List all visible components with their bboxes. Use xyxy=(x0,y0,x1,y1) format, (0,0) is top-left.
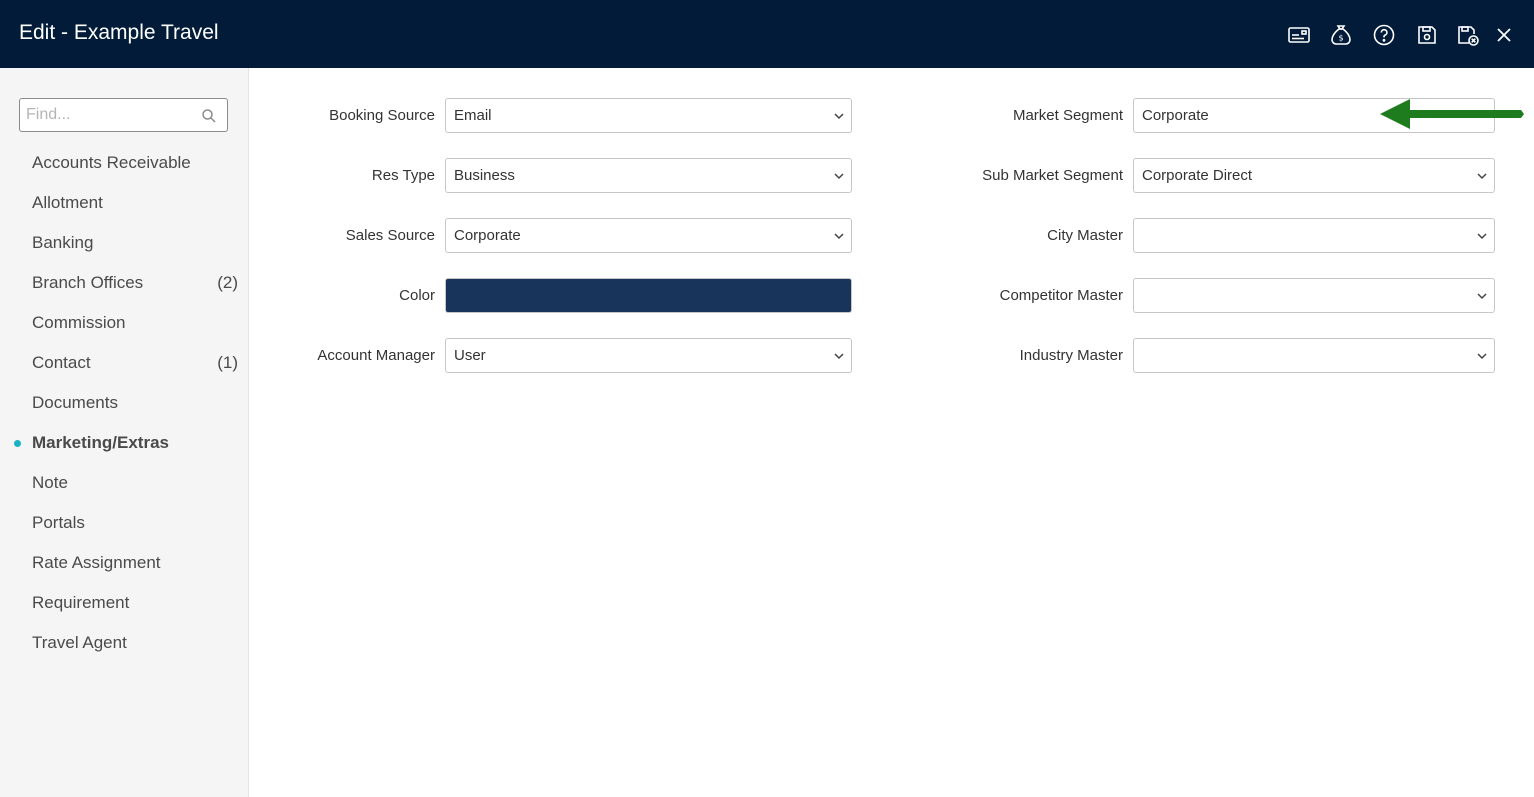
chevron-down-icon xyxy=(1477,293,1487,300)
sidebar-item-banking[interactable]: Banking xyxy=(0,223,248,263)
close-icon[interactable] xyxy=(1491,22,1517,48)
sidebar-item-allotment[interactable]: Allotment xyxy=(0,183,248,223)
sub-market-segment-select[interactable]: Corporate Direct xyxy=(1133,158,1495,193)
sales-source-label: Sales Source xyxy=(345,227,435,244)
sidebar-item-travel-agent[interactable]: Travel Agent xyxy=(0,623,248,663)
svg-text:$: $ xyxy=(1338,34,1343,43)
res-type-label: Res Type xyxy=(371,167,435,184)
sales-source-select[interactable]: Corporate xyxy=(445,218,852,253)
chevron-down-icon xyxy=(1477,173,1487,180)
sidebar-item-label: Marketing/Extras xyxy=(32,433,169,452)
city-master-select[interactable] xyxy=(1133,218,1495,253)
sidebar-item-count: (2) xyxy=(217,273,238,292)
account-manager-value: User xyxy=(454,347,486,364)
sidebar-item-label: Travel Agent xyxy=(32,633,127,652)
industry-master-label: Industry Master xyxy=(1019,347,1123,364)
color-label: Color xyxy=(399,287,435,304)
sub-market-segment-value: Corporate Direct xyxy=(1142,167,1253,184)
account-manager-select[interactable]: User xyxy=(445,338,852,373)
sidebar-item-branch-offices[interactable]: Branch Offices (2) xyxy=(0,263,248,303)
chevron-down-icon xyxy=(1477,233,1487,240)
sidebar-item-rate-assignment[interactable]: Rate Assignment xyxy=(0,543,248,583)
res-type-value: Business xyxy=(454,167,515,184)
booking-source-value: Email xyxy=(454,107,492,124)
sidebar-item-label: Contact xyxy=(32,353,91,372)
sidebar-item-label: Allotment xyxy=(32,193,103,212)
chevron-down-icon xyxy=(834,233,844,240)
save-close-icon[interactable] xyxy=(1455,22,1481,48)
sidebar-item-marketing-extras[interactable]: Marketing/Extras xyxy=(0,423,248,463)
industry-master-select[interactable] xyxy=(1133,338,1495,373)
competitor-master-select[interactable] xyxy=(1133,278,1495,313)
active-indicator-dot xyxy=(14,440,21,447)
sidebar-item-label: Commission xyxy=(32,313,126,332)
sales-source-value: Corporate xyxy=(454,227,521,244)
sidebar-item-note[interactable]: Note xyxy=(0,463,248,503)
booking-source-select[interactable]: Email xyxy=(445,98,852,133)
color-picker[interactable] xyxy=(445,278,852,313)
chevron-down-icon xyxy=(834,113,844,120)
sidebar-item-label: Rate Assignment xyxy=(32,553,161,572)
sidebar-item-label: Banking xyxy=(32,233,94,252)
competitor-master-label: Competitor Master xyxy=(999,287,1123,304)
market-segment-value: Corporate xyxy=(1142,107,1209,124)
sidebar-item-contact[interactable]: Contact (1) xyxy=(0,343,248,383)
sidebar-item-portals[interactable]: Portals xyxy=(0,503,248,543)
help-icon[interactable] xyxy=(1371,22,1397,48)
save-icon[interactable] xyxy=(1414,22,1440,48)
search-icon[interactable] xyxy=(201,108,217,124)
account-manager-label: Account Manager xyxy=(317,347,435,364)
sidebar-item-accounts-receivable[interactable]: Accounts Receivable xyxy=(0,143,248,183)
city-master-label: City Master xyxy=(1047,227,1123,244)
market-segment-label: Market Segment xyxy=(1012,107,1123,124)
sidebar-item-requirement[interactable]: Requirement xyxy=(0,583,248,623)
booking-source-label: Booking Source xyxy=(329,107,435,124)
money-bag-icon[interactable]: $ xyxy=(1328,22,1354,48)
chevron-down-icon xyxy=(1477,353,1487,360)
title-bar: Edit - Example Travel $ xyxy=(0,0,1534,68)
chevron-down-icon xyxy=(834,173,844,180)
sidebar-item-label: Documents xyxy=(32,393,118,412)
sub-market-segment-label: Sub Market Segment xyxy=(982,167,1123,184)
card-icon[interactable] xyxy=(1286,22,1312,48)
sidebar-item-label: Portals xyxy=(32,513,85,532)
sidebar-item-label: Note xyxy=(32,473,68,492)
sidebar-item-label: Branch Offices xyxy=(32,273,144,292)
sidebar-item-count: (1) xyxy=(217,353,238,372)
window-title: Edit - Example Travel xyxy=(19,21,219,44)
res-type-select[interactable]: Business xyxy=(445,158,852,193)
sidebar-item-documents[interactable]: Documents xyxy=(0,383,248,423)
annotation-arrow-icon xyxy=(1380,99,1524,129)
find-input[interactable] xyxy=(19,98,228,132)
sidebar-item-label: Requirement xyxy=(32,593,130,612)
sidebar: Accounts Receivable Allotment Banking Br… xyxy=(0,68,249,797)
sidebar-item-label: Accounts Receivable xyxy=(32,153,191,172)
sidebar-item-commission[interactable]: Commission xyxy=(0,303,248,343)
chevron-down-icon xyxy=(834,353,844,360)
